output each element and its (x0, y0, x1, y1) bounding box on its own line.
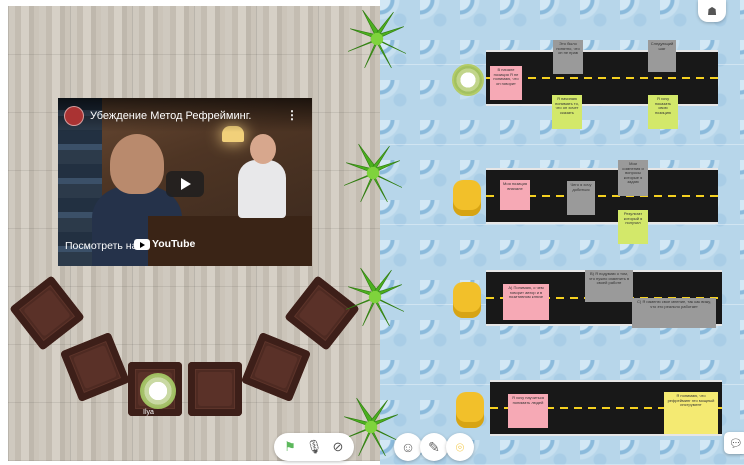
youtube-logo: YouTube (134, 238, 195, 250)
channel-avatar[interactable] (64, 106, 84, 126)
sticky-note[interactable]: Результат который я получил (618, 210, 648, 244)
video-title[interactable]: Убеждение Метод Рефрейминг. (90, 110, 251, 122)
sticky-note[interactable]: В начале позиция Я не понимаю, что он го… (490, 66, 522, 100)
video-doctor-head (250, 134, 276, 164)
virtual-space-canvas[interactable]: ☗ Убеждение Метод Рефрейминг. ⋮ Посмотре… (0, 0, 744, 465)
chat-button[interactable]: 💬︎ (724, 432, 744, 454)
play-button[interactable] (166, 171, 204, 197)
sticky-note[interactable]: С) Я изменю свое мнение, так как вижу, ч… (632, 298, 716, 328)
yellow-chair-seat[interactable] (456, 392, 484, 428)
location-pin-icon: ⌾ (455, 438, 465, 455)
youtube-play-icon (134, 238, 150, 250)
sticky-note[interactable]: В) Я подумаю о том, что нужно изменить в… (585, 270, 633, 302)
plant-decoration (342, 142, 404, 204)
youtube-wordmark: YouTube (152, 238, 196, 250)
microphone-icon[interactable]: 🎙︎ (306, 439, 323, 455)
plant-decoration (344, 266, 406, 328)
pencil-button[interactable]: ✎ (420, 433, 448, 461)
sticky-note[interactable]: А) Понимаю, о чем говорит автор и в пози… (503, 284, 549, 320)
yellow-chair-seat[interactable] (453, 282, 481, 318)
users-button[interactable]: ☗ (698, 0, 726, 22)
watch-on-label: Посмотреть на (65, 240, 138, 252)
camera-off-icon[interactable]: ⊘ (330, 439, 346, 455)
user-avatar-name: Ilya (143, 409, 154, 416)
user-avatar[interactable] (140, 373, 176, 409)
sticky-note[interactable]: Чего я хочу добиться (567, 181, 595, 215)
yellow-chair-seat[interactable] (453, 180, 481, 216)
users-icon: ☗ (707, 5, 717, 18)
media-toolbar: ⚑ 🎙︎ ⊘ (274, 433, 354, 461)
flag-icon[interactable]: ⚑ (282, 439, 298, 455)
video-person-head (110, 134, 164, 194)
sticky-note[interactable]: Я хочу показать свою позицию (648, 95, 678, 129)
user-seat-avatar[interactable] (452, 64, 484, 96)
sticky-note[interactable]: Мои сомнения и вопросы которые я задаю (618, 160, 648, 196)
pencil-icon: ✎ (428, 438, 440, 455)
sticky-note[interactable]: Следующий шаг (648, 40, 676, 72)
chat-icon: 💬︎ (729, 437, 743, 450)
sticky-note[interactable]: Я начинаю понимать то, что он хочет сказ… (552, 95, 582, 129)
location-button[interactable]: ⌾ (446, 433, 474, 461)
sticky-note[interactable]: Я хочу научиться понимать людей (508, 394, 548, 428)
more-vertical-icon[interactable]: ⋮ (286, 108, 298, 122)
emoji-button[interactable]: ☺ (394, 433, 422, 461)
sticky-note[interactable]: Моя позиция вначале (500, 180, 530, 210)
plant-decoration (346, 8, 408, 70)
sticky-note[interactable]: Это было понятно, что он не прав (553, 40, 583, 74)
watch-on-youtube-bar[interactable]: Посмотреть на YouTube (58, 236, 195, 258)
armchair[interactable] (188, 362, 242, 416)
sticky-note[interactable]: Я понимаю, что рефрейминг это мощный инс… (664, 392, 718, 434)
video-doctor-body (238, 160, 286, 218)
smile-icon: ☺ (400, 439, 416, 455)
